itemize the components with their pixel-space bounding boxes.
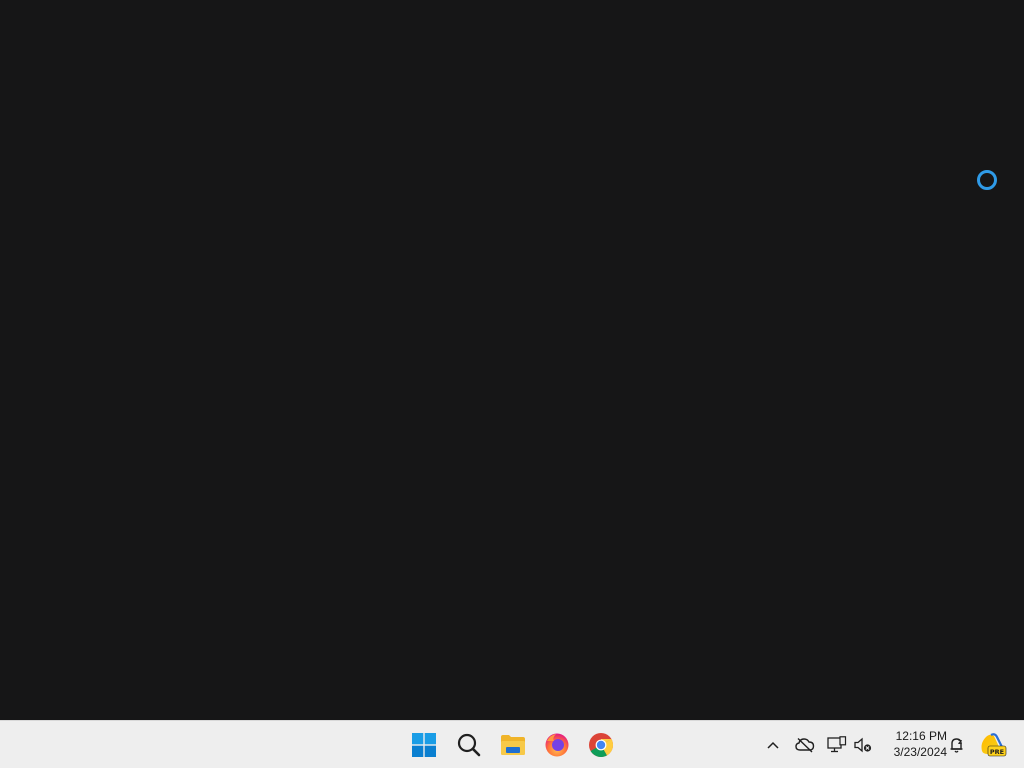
chrome-icon xyxy=(589,733,614,758)
busy-spinner-icon xyxy=(977,170,997,190)
volume-muted-icon xyxy=(854,737,872,753)
network-icon xyxy=(827,736,847,753)
onedrive-offline-icon xyxy=(795,737,815,753)
taskbar: 12:16 PM 3/23/2024 z PRE xyxy=(0,720,1024,768)
firefox-button[interactable] xyxy=(537,725,577,765)
notifications-button[interactable]: z xyxy=(943,729,971,761)
clock[interactable]: 12:16 PM 3/23/2024 xyxy=(879,728,947,762)
show-hidden-icons-button[interactable] xyxy=(759,729,787,761)
clock-time: 12:16 PM xyxy=(895,729,947,743)
copilot-button[interactable]: PRE xyxy=(976,729,1010,761)
folder-icon xyxy=(501,735,525,755)
volume-button[interactable] xyxy=(849,729,877,761)
network-button[interactable] xyxy=(823,729,851,761)
notification-icon: z xyxy=(950,738,963,753)
chrome-button[interactable] xyxy=(581,725,621,765)
firefox-icon xyxy=(545,733,569,757)
file-explorer-button[interactable] xyxy=(493,725,533,765)
start-button[interactable] xyxy=(404,725,444,765)
desktop[interactable] xyxy=(0,0,1024,720)
svg-text:z: z xyxy=(958,738,962,746)
copilot-pre-icon: PRE xyxy=(981,733,1007,757)
windows-logo-icon xyxy=(412,733,436,757)
chevron-up-icon xyxy=(767,741,779,749)
clock-date: 3/23/2024 xyxy=(893,745,947,759)
search-button[interactable] xyxy=(449,725,489,765)
onedrive-button[interactable] xyxy=(791,729,819,761)
copilot-pre-badge: PRE xyxy=(990,748,1004,756)
search-icon xyxy=(457,733,481,757)
